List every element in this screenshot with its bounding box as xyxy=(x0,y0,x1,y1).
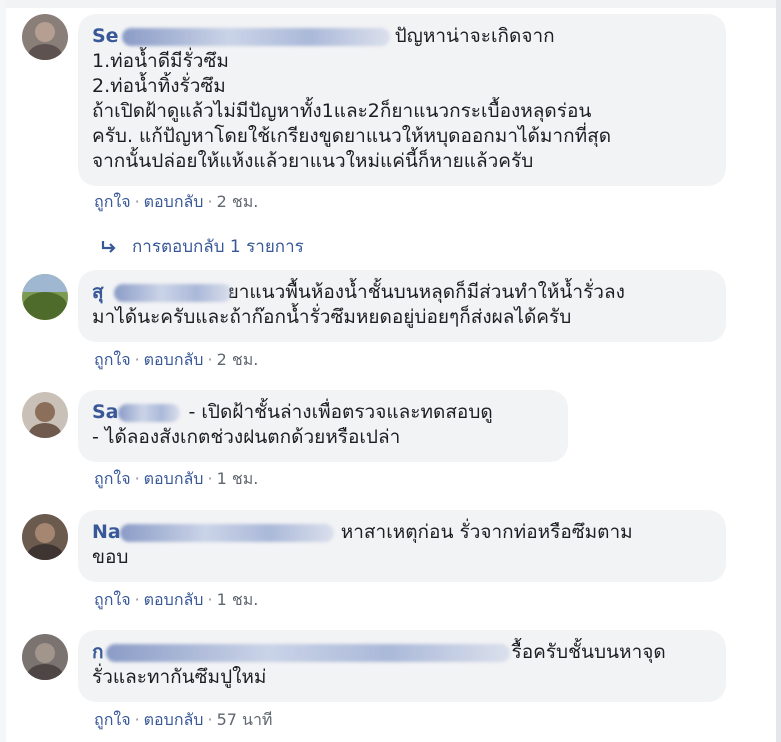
comment-author[interactable]: สุ xyxy=(92,280,232,305)
reply-button[interactable]: ตอบกลับ xyxy=(144,350,204,369)
like-button[interactable]: ถูกใจ xyxy=(94,590,131,609)
timestamp[interactable]: 57 นาที xyxy=(217,710,273,729)
comment-bubble: Sa - เปิดฝ้าชั้นล่างเพื่อตรวจและทดสอบดู … xyxy=(78,390,568,462)
comment-text-line: ปัญหาน่าจะเกิดจาก xyxy=(394,25,555,47)
avatar[interactable] xyxy=(22,634,68,680)
timestamp[interactable]: 2 ชม. xyxy=(217,192,259,211)
comment-actions: ถูกใจ · ตอบกลับ · 1 ชม. xyxy=(94,588,258,613)
comment-text-line: มาได้นะครับและถ้าก๊อกน้ำรั่วซึมหยดอยู่บ่… xyxy=(92,306,572,328)
comment-text-line: รั่วและทากันซึมปูใหม่ xyxy=(92,666,267,688)
reply-button[interactable]: ตอบกลับ xyxy=(144,590,204,609)
reply-button[interactable]: ตอบกลับ xyxy=(144,192,204,211)
comment-text-line: - ได้ลองสังเกตช่วงฝนตกด้วยหรือเปล่า xyxy=(92,426,401,448)
comment-text-line: 2.ท่อน้ำทิ้งรั่วซึม xyxy=(92,75,226,97)
top-divider xyxy=(0,0,781,8)
comment-text-line: 1.ท่อน้ำดีมีรั่วซึม xyxy=(92,50,229,72)
view-replies-link[interactable]: การตอบกลับ 1 รายการ xyxy=(100,233,304,260)
comment-text-line: ขอบ xyxy=(92,546,129,568)
comment-actions: ถูกใจ · ตอบกลับ · 2 ชม. xyxy=(94,348,258,373)
separator-dot: · xyxy=(134,350,140,369)
comment-bubble: สุ ยาแนวพื้นห้องน้ำชั้นบนหลุดก็มีส่วนทำใ… xyxy=(78,270,726,342)
avatar[interactable] xyxy=(22,514,68,560)
comment-bubble: Se ปัญหาน่าจะเกิดจาก 1.ท่อน้ำดีมีรั่วซึม… xyxy=(78,14,726,186)
avatar[interactable] xyxy=(22,14,68,60)
separator-dot: · xyxy=(134,590,140,609)
view-replies-label[interactable]: การตอบกลับ 1 รายการ xyxy=(132,233,304,260)
comment-author[interactable]: ก xyxy=(92,640,510,665)
comment-text-line: ยาแนวพื้นห้องน้ำชั้นบนหลุดก็มีส่วนทำให้น… xyxy=(227,281,625,303)
separator-dot: · xyxy=(134,192,140,211)
scroll-edge xyxy=(776,0,781,742)
comment-actions: ถูกใจ · ตอบกลับ · 2 ชม. xyxy=(94,190,258,215)
comment-text-line: - เปิดฝ้าชั้นล่างเพื่อตรวจและทดสอบดู xyxy=(188,401,493,423)
avatar[interactable] xyxy=(22,392,68,438)
separator-dot: · xyxy=(207,710,213,729)
avatar[interactable] xyxy=(22,274,68,320)
comment-text-line: จากนั้นปล่อยให้แห้งแล้วยาแนวใหม่แค่นี้ก็… xyxy=(92,150,534,172)
comment-bubble: ก รื้อครับชั้นบนหาจุด รั่วและทากันซึมปูใ… xyxy=(78,630,726,702)
reply-arrow-icon xyxy=(101,240,116,253)
comment-author[interactable]: Sa xyxy=(92,400,181,425)
like-button[interactable]: ถูกใจ xyxy=(94,192,131,211)
comment-text-line: ครับ. แก้ปัญหาโดยใช้เกรียงขูดยาแนวให้หบุ… xyxy=(92,125,612,147)
separator-dot: · xyxy=(134,710,140,729)
timestamp[interactable]: 2 ชม. xyxy=(217,350,259,369)
comment-text-line: รื้อครับชั้นบนหาจุด xyxy=(511,641,666,663)
timestamp[interactable]: 1 ชม. xyxy=(217,469,259,488)
comment-actions: ถูกใจ · ตอบกลับ · 1 ชม. xyxy=(94,467,258,492)
separator-dot: · xyxy=(207,350,213,369)
reply-button[interactable]: ตอบกลับ xyxy=(144,469,204,488)
comment-bubble: Na หาสาเหตุก่อน รั่วจากท่อหรือซึมตาม ขอบ xyxy=(78,510,726,582)
comment-text-line: หาสาเหตุก่อน รั่วจากท่อหรือซึมตาม xyxy=(340,521,633,543)
comment-author[interactable]: Se xyxy=(92,24,390,49)
comment-actions: ถูกใจ · ตอบกลับ · 57 นาที xyxy=(94,708,272,733)
timestamp[interactable]: 1 ชม. xyxy=(217,590,259,609)
separator-dot: · xyxy=(207,192,213,211)
separator-dot: · xyxy=(207,469,213,488)
separator-dot: · xyxy=(134,469,140,488)
like-button[interactable]: ถูกใจ xyxy=(94,710,131,729)
like-button[interactable]: ถูกใจ xyxy=(94,469,131,488)
comment-text-line: ถ้าเปิดฝ้าดูแล้วไม่มีปัญหาทั้ง1และ2ก็ยาแ… xyxy=(92,100,592,122)
left-edge xyxy=(0,0,6,742)
reply-button[interactable]: ตอบกลับ xyxy=(144,710,204,729)
like-button[interactable]: ถูกใจ xyxy=(94,350,131,369)
separator-dot: · xyxy=(207,590,213,609)
comment-author[interactable]: Na xyxy=(92,520,334,545)
